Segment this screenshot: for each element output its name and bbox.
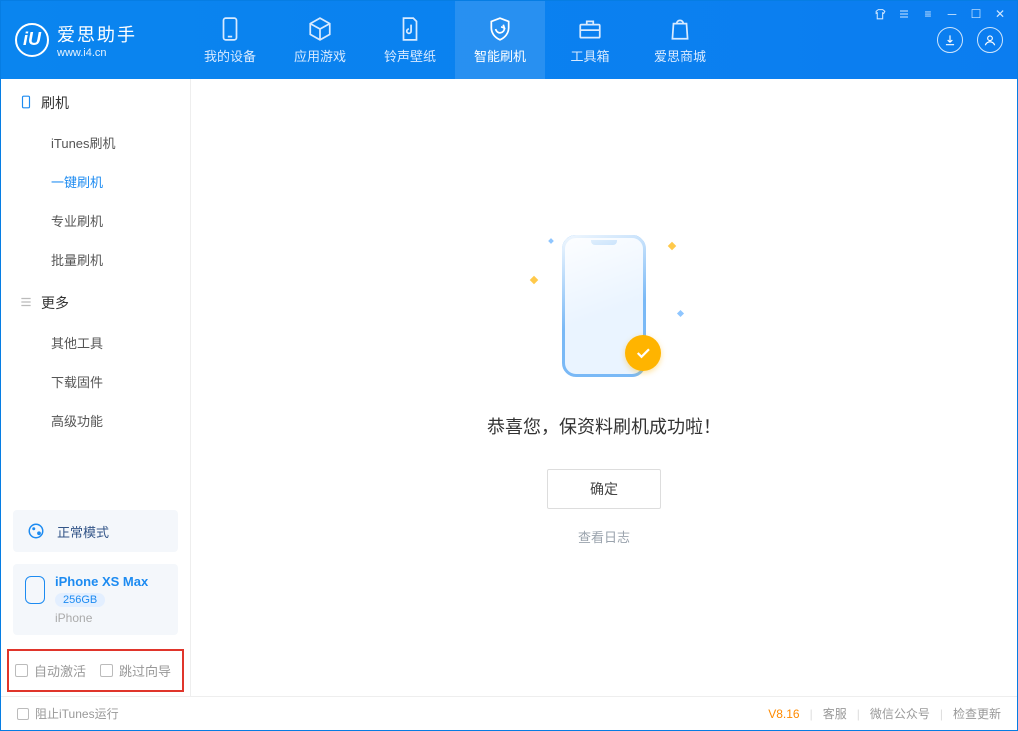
sidebar-group-flash: 刷机 — [1, 79, 190, 123]
version-label: V8.16 — [768, 707, 799, 721]
sidebar: 刷机 iTunes刷机 一键刷机 专业刷机 批量刷机 更多 其他工具 下载固件 … — [1, 79, 191, 696]
close-icon[interactable]: ✕ — [993, 7, 1007, 21]
shirt-icon[interactable] — [873, 7, 887, 21]
success-message: 恭喜您，保资料刷机成功啦！ — [487, 413, 721, 439]
success-illustration — [519, 229, 689, 389]
nav-label: 铃声壁纸 — [384, 46, 436, 65]
device-card[interactable]: iPhone XS Max 256GB iPhone — [13, 564, 178, 635]
logo-icon: iU — [15, 23, 49, 57]
app-window: ≡ － ☐ ✕ iU 爱思助手 www.i4.cn 我的设备 应用游戏 铃声 — [0, 0, 1018, 731]
maximize-icon[interactable]: ☐ — [969, 7, 983, 21]
device-storage-badge: 256GB — [55, 593, 105, 607]
cube-icon — [307, 16, 333, 42]
device-info: iPhone XS Max 256GB iPhone — [55, 574, 148, 625]
checkbox-skip-guide[interactable]: 跳过向导 — [100, 661, 171, 680]
nav-apps[interactable]: 应用游戏 — [275, 1, 365, 79]
app-logo: iU 爱思助手 www.i4.cn — [15, 21, 185, 59]
nav-device[interactable]: 我的设备 — [185, 1, 275, 79]
nav-label: 工具箱 — [570, 46, 609, 65]
minimize-icon[interactable]: － — [945, 7, 959, 21]
nav-label: 智能刷机 — [474, 46, 526, 65]
checkbox-auto-activate[interactable]: 自动激活 — [15, 661, 86, 680]
sidebar-item-oneclick-flash[interactable]: 一键刷机 — [1, 162, 190, 201]
logo-text: 爱思助手 www.i4.cn — [57, 21, 137, 59]
list-icon[interactable] — [897, 7, 911, 21]
highlighted-options-box: 自动激活 跳过向导 — [7, 649, 184, 692]
footer-right: V8.16 | 客服 | 微信公众号 | 检查更新 — [768, 705, 1001, 722]
device-icon — [19, 94, 33, 113]
app-name: 爱思助手 — [57, 21, 137, 47]
account-button[interactable] — [977, 27, 1003, 53]
confirm-button[interactable]: 确定 — [547, 469, 661, 509]
checkbox-label: 阻止iTunes运行 — [35, 705, 119, 722]
app-body: 刷机 iTunes刷机 一键刷机 专业刷机 批量刷机 更多 其他工具 下载固件 … — [1, 79, 1017, 696]
top-nav: 我的设备 应用游戏 铃声壁纸 智能刷机 工具箱 爱思商城 — [185, 1, 725, 79]
view-log-link[interactable]: 查看日志 — [578, 527, 630, 546]
menu-icon[interactable]: ≡ — [921, 7, 935, 21]
header-right — [937, 27, 1003, 53]
check-update-link[interactable]: 检查更新 — [953, 705, 1001, 722]
sidebar-item-other-tools[interactable]: 其他工具 — [1, 323, 190, 362]
device-name: iPhone XS Max — [55, 574, 148, 589]
sidebar-group-label: 刷机 — [41, 93, 69, 113]
support-link[interactable]: 客服 — [823, 705, 847, 722]
sidebar-item-itunes-flash[interactable]: iTunes刷机 — [1, 123, 190, 162]
sidebar-group-more: 更多 — [1, 279, 190, 323]
sidebar-group-label: 更多 — [41, 293, 69, 313]
window-controls: ≡ － ☐ ✕ — [873, 7, 1007, 21]
device-icon — [25, 576, 45, 604]
bag-icon — [667, 16, 693, 42]
more-icon — [19, 295, 33, 312]
checkbox-icon — [100, 664, 113, 677]
toolbox-icon — [577, 16, 603, 42]
app-url: www.i4.cn — [57, 47, 137, 59]
phone-icon — [217, 16, 243, 42]
nav-ringtone[interactable]: 铃声壁纸 — [365, 1, 455, 79]
mode-icon — [25, 520, 47, 542]
device-type: iPhone — [55, 611, 148, 625]
status-bar: 阻止iTunes运行 V8.16 | 客服 | 微信公众号 | 检查更新 — [1, 696, 1017, 730]
sidebar-item-firmware[interactable]: 下载固件 — [1, 362, 190, 401]
app-header: ≡ － ☐ ✕ iU 爱思助手 www.i4.cn 我的设备 应用游戏 铃声 — [1, 1, 1017, 79]
sidebar-item-advanced[interactable]: 高级功能 — [1, 401, 190, 440]
sidebar-item-pro-flash[interactable]: 专业刷机 — [1, 201, 190, 240]
main-content: 恭喜您，保资料刷机成功啦！ 确定 查看日志 — [191, 79, 1017, 696]
checkbox-icon — [15, 664, 28, 677]
checkmark-badge-icon — [625, 335, 661, 371]
nav-store[interactable]: 爱思商城 — [635, 1, 725, 79]
wechat-link[interactable]: 微信公众号 — [870, 705, 930, 722]
checkbox-label: 自动激活 — [34, 661, 86, 680]
checkbox-label: 跳过向导 — [119, 661, 171, 680]
nav-label: 爱思商城 — [654, 46, 706, 65]
nav-label: 应用游戏 — [294, 46, 346, 65]
mode-card[interactable]: 正常模式 — [13, 510, 178, 552]
nav-flash[interactable]: 智能刷机 — [455, 1, 545, 79]
checkbox-icon — [17, 708, 29, 720]
sidebar-item-batch-flash[interactable]: 批量刷机 — [1, 240, 190, 279]
checkbox-block-itunes[interactable]: 阻止iTunes运行 — [17, 705, 119, 722]
refresh-shield-icon — [487, 16, 513, 42]
mode-label: 正常模式 — [57, 522, 109, 541]
nav-tools[interactable]: 工具箱 — [545, 1, 635, 79]
music-file-icon — [397, 16, 423, 42]
nav-label: 我的设备 — [204, 46, 256, 65]
download-button[interactable] — [937, 27, 963, 53]
